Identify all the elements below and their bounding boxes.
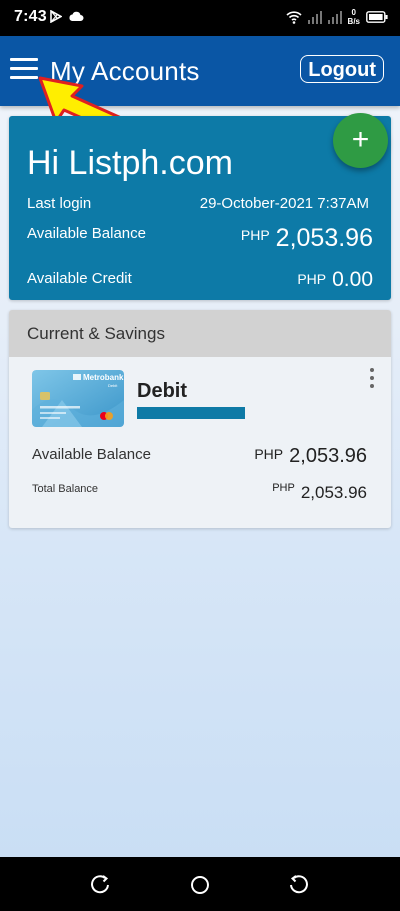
signal-icon	[307, 10, 322, 24]
recents-icon[interactable]	[90, 874, 112, 896]
account-available-balance-amount: 2,053.96	[289, 445, 367, 467]
account-available-balance-currency: PHP	[254, 446, 284, 462]
card-name[interactable]: Debit	[137, 380, 187, 403]
status-time: 7:43	[14, 8, 47, 25]
status-left-icons	[50, 10, 84, 23]
play-store-icon	[50, 10, 62, 23]
battery-icon	[366, 11, 388, 23]
status-bar: 7:43 0 B/s	[0, 0, 400, 36]
available-balance-currency: PHP	[240, 227, 270, 243]
account-total-balance-value: PHP 2,053.96	[272, 482, 367, 503]
logout-button[interactable]: Logout	[300, 55, 384, 83]
net-speed-value: 0	[351, 8, 356, 17]
page-title: My Accounts	[50, 56, 200, 86]
plus-icon: +	[351, 123, 370, 156]
masked-account-number	[137, 407, 245, 419]
app-bar: My Accounts Logout	[0, 36, 400, 106]
account-total-balance-amount: 2,053.96	[300, 483, 367, 502]
add-account-button[interactable]: +	[333, 113, 388, 168]
account-available-balance-value: PHP 2,053.96	[254, 445, 367, 468]
last-login-label: Last login	[27, 195, 92, 212]
net-speed-unit: B/s	[347, 17, 360, 26]
status-right-icons: 0 B/s	[285, 8, 388, 26]
available-balance-value: PHP 2,053.96	[241, 224, 373, 253]
available-credit-currency: PHP	[297, 271, 327, 287]
signal-icon	[327, 10, 342, 24]
available-credit-amount: 0.00	[332, 268, 373, 291]
net-speed-indicator: 0 B/s	[348, 8, 360, 26]
wifi-icon	[285, 11, 302, 24]
cloud-icon	[69, 11, 84, 21]
menu-icon[interactable]	[10, 58, 38, 80]
card-brand-subtitle: Debit	[108, 383, 118, 388]
available-credit-label: Available Credit	[27, 270, 132, 287]
accounts-section-header: Current & Savings	[9, 310, 391, 357]
available-credit-value: PHP 0.00	[297, 268, 373, 292]
more-options-icon[interactable]	[367, 368, 377, 388]
system-nav-bar	[0, 857, 400, 911]
accounts-section-title: Current & Savings	[27, 324, 165, 343]
account-total-balance-currency: PHP	[272, 482, 295, 494]
greeting: Hi Listph.com	[27, 144, 233, 182]
account-total-balance-label: Total Balance	[32, 483, 99, 495]
debit-card-image[interactable]: Metrobank Debit	[32, 370, 124, 427]
last-login-value: 29-October-2021 7:37AM	[199, 195, 369, 212]
card-brand-text: Metrobank	[83, 373, 124, 382]
back-icon[interactable]	[287, 874, 309, 896]
accounts-card: Current & Savings Metrobank Debit Debit	[9, 310, 391, 528]
available-balance-amount: 2,053.96	[275, 224, 373, 252]
available-balance-label: Available Balance	[27, 225, 146, 242]
home-icon[interactable]	[189, 874, 211, 896]
account-available-balance-label: Available Balance	[32, 446, 151, 463]
